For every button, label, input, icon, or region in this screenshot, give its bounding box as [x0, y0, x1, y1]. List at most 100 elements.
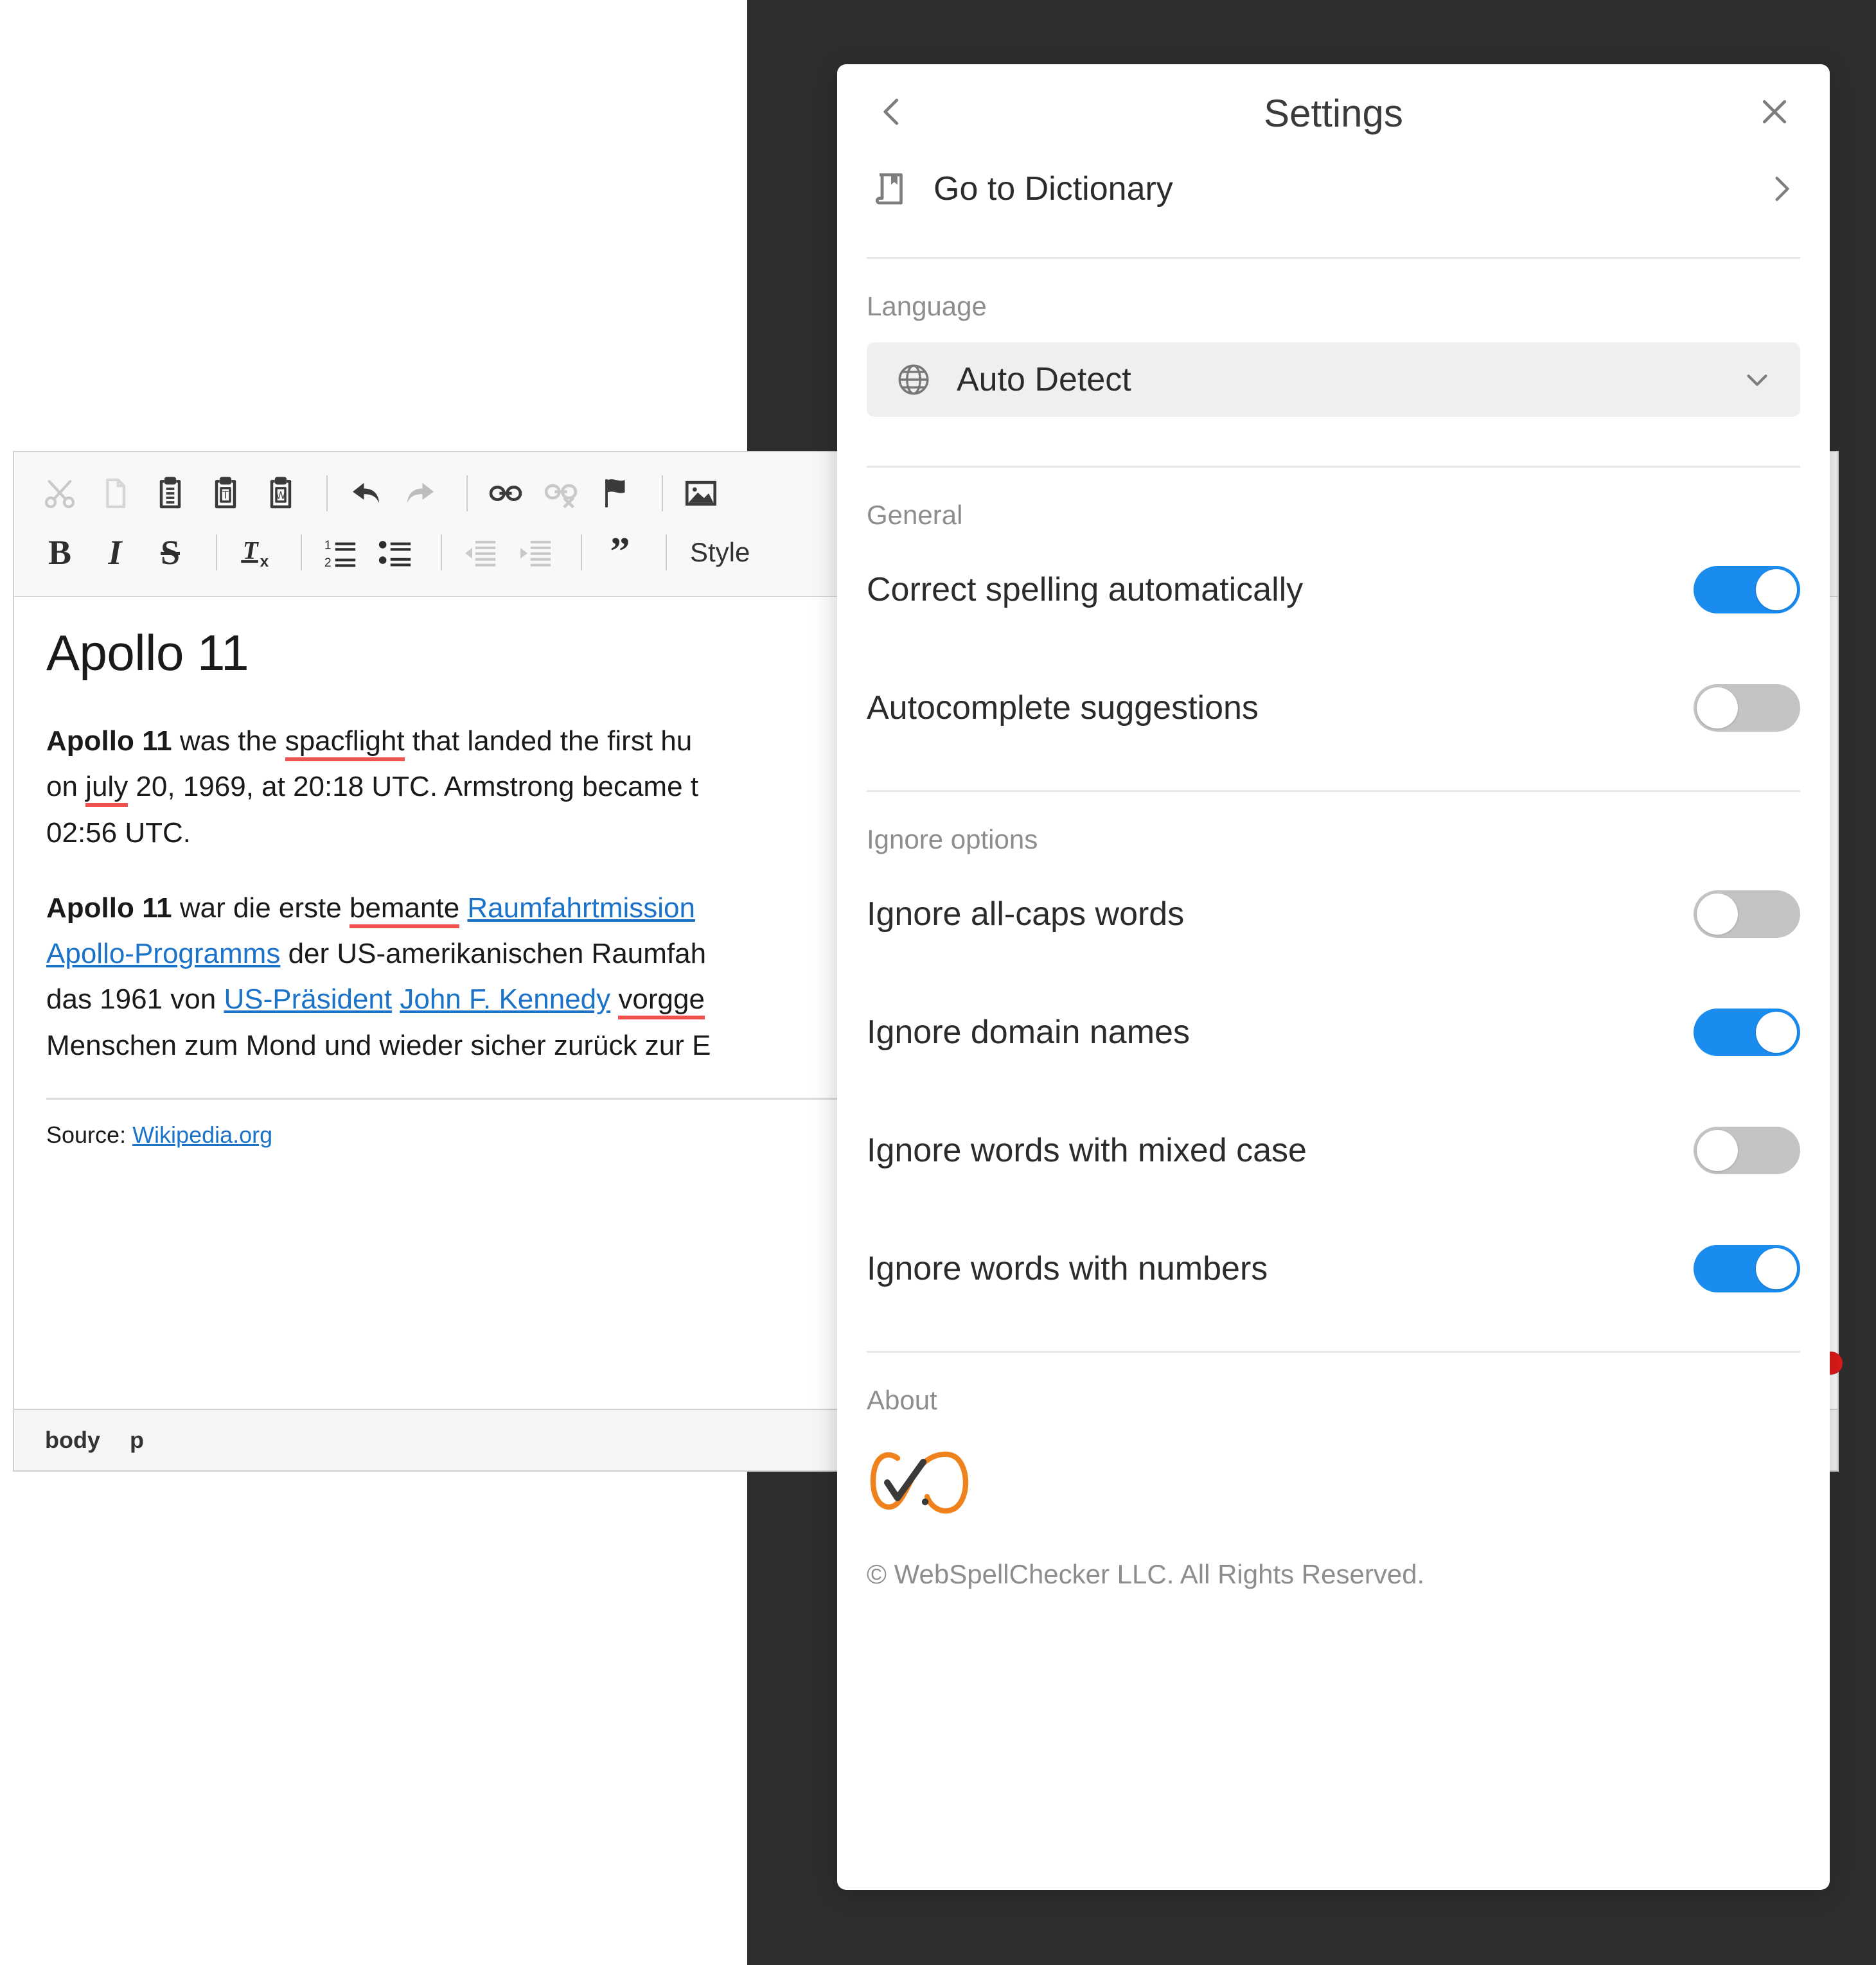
option-label: Ignore words with numbers [867, 1250, 1268, 1287]
section-label-language: Language [867, 291, 987, 321]
anchor-button[interactable] [592, 470, 640, 517]
option-label: Correct spelling automatically [867, 571, 1304, 608]
book-icon [867, 164, 916, 213]
webspellchecker-logo [837, 1416, 1830, 1520]
link-apollo-programms[interactable]: Apollo-Programms [46, 938, 280, 969]
outdent-button[interactable] [456, 529, 504, 576]
link-us-praesident[interactable]: US-Präsident [224, 983, 392, 1015]
option-correct-spelling-automatically[interactable]: Correct spelling automatically [837, 531, 1830, 649]
cut-button[interactable] [36, 470, 84, 517]
image-button[interactable] [677, 470, 725, 517]
en-part3: on [46, 771, 86, 803]
toolbar-separator [666, 534, 667, 570]
option-label: Autocomplete suggestions [867, 689, 1259, 727]
toggle-knob [1697, 1130, 1738, 1171]
strikethrough-icon: S [160, 533, 181, 572]
element-path-body[interactable]: body [45, 1427, 100, 1454]
undo-arrow-icon [346, 474, 385, 513]
toolbar-separator [326, 475, 328, 511]
toggle-knob [1756, 1248, 1797, 1289]
unlink-button[interactable] [537, 470, 585, 517]
go-to-dictionary-label: Go to Dictionary [934, 170, 1173, 207]
svg-text:x: x [260, 553, 269, 570]
toggle-autocomplete-suggestions[interactable] [1694, 684, 1800, 732]
source-prefix: Source: [46, 1121, 133, 1148]
copy-icon [97, 475, 133, 511]
bulleted-list-icon [376, 534, 414, 571]
section-label-about: About [867, 1385, 937, 1415]
link-john-f-kennedy[interactable]: John F. Kennedy [400, 983, 610, 1015]
svg-text:1: 1 [324, 539, 332, 552]
toolbar-separator [466, 475, 468, 511]
settings-header: Settings [837, 64, 1830, 162]
redo-arrow-icon [402, 474, 440, 513]
toggle-ignore-domain-names[interactable] [1694, 1009, 1800, 1056]
toggle-knob [1756, 569, 1797, 610]
de-line1-pre: war die erste [172, 892, 350, 924]
svg-text:2: 2 [324, 556, 332, 570]
bold-button[interactable]: B [36, 529, 84, 576]
chevron-down-icon [1740, 362, 1774, 397]
paste-button[interactable] [146, 470, 194, 517]
copyright-text: © WebSpellChecker LLC. All Rights Reserv… [867, 1559, 1425, 1589]
redo-button[interactable] [397, 470, 445, 517]
en-part4: 20, 1969, at 20:18 UTC. Armstrong became… [128, 771, 699, 803]
element-path-p[interactable]: p [130, 1427, 144, 1454]
quote-icon: ” [610, 530, 630, 574]
settings-panel: Settings Go to Dictionary Language Auto … [837, 64, 1830, 1890]
misspelled-vorgge[interactable]: vorgge [618, 983, 705, 1020]
de-line2-text: der US-amerikanischen Raumfah [280, 938, 707, 970]
toggle-ignore-words-with-mixed-case[interactable] [1694, 1127, 1800, 1174]
undo-button[interactable] [342, 470, 389, 517]
language-select[interactable]: Auto Detect [867, 342, 1800, 417]
remove-format-icon: T x [236, 534, 274, 571]
toolbar-separator [581, 534, 582, 570]
toggle-correct-spelling-automatically[interactable] [1694, 566, 1800, 613]
toolbar-separator [662, 475, 663, 511]
svg-text:T: T [222, 489, 229, 501]
scissors-icon [42, 475, 78, 511]
paste-from-word-button[interactable]: W [257, 470, 305, 517]
option-ignore-domain-names[interactable]: Ignore domain names [837, 973, 1830, 1091]
close-icon [1757, 94, 1792, 132]
link-wikipedia[interactable]: Wikipedia.org [132, 1122, 272, 1148]
styles-dropdown[interactable]: Style [681, 537, 759, 568]
link-raumfahrtmission[interactable]: Raumfahrtmission [467, 892, 695, 924]
toggle-ignore-all-caps-words[interactable] [1694, 890, 1800, 938]
misspelled-july[interactable]: july [85, 771, 128, 807]
option-label: Ignore all-caps words [867, 895, 1185, 933]
bold-icon: B [48, 533, 72, 572]
toggle-ignore-words-with-numbers[interactable] [1694, 1245, 1800, 1292]
strikethrough-button[interactable]: S [146, 529, 194, 576]
option-ignore-words-with-mixed-case[interactable]: Ignore words with mixed case [837, 1091, 1830, 1210]
section-label-general: General [867, 500, 963, 530]
indent-button[interactable] [511, 529, 559, 576]
italic-icon: I [108, 533, 122, 572]
option-label: Ignore words with mixed case [867, 1132, 1307, 1169]
close-button[interactable] [1749, 87, 1800, 139]
copy-button[interactable] [91, 470, 139, 517]
link-icon [487, 475, 524, 512]
link-button[interactable] [482, 470, 529, 517]
bulleted-list-button[interactable] [371, 529, 419, 576]
numbered-list-button[interactable]: 1 2 [316, 529, 364, 576]
misspelled-spacflight[interactable]: spacflight [285, 725, 405, 761]
paste-as-plain-text-button[interactable]: T [202, 470, 249, 517]
clipboard-icon [152, 475, 188, 511]
blockquote-button[interactable]: ” [596, 529, 644, 576]
italic-button[interactable]: I [91, 529, 139, 576]
option-ignore-all-caps-words[interactable]: Ignore all-caps words [837, 855, 1830, 973]
go-to-dictionary-row[interactable]: Go to Dictionary [837, 150, 1830, 227]
option-ignore-words-with-numbers[interactable]: Ignore words with numbers [837, 1210, 1830, 1328]
image-icon [682, 475, 720, 512]
apollo-bold-lead-de: Apollo 11 [46, 892, 172, 924]
back-button[interactable] [867, 87, 918, 139]
remove-format-button[interactable]: T x [231, 529, 279, 576]
toolbar-separator [441, 534, 442, 570]
clipboard-word-icon: W [263, 475, 299, 511]
flag-icon [597, 475, 635, 512]
toggle-knob [1697, 687, 1738, 728]
option-autocomplete-suggestions[interactable]: Autocomplete suggestions [837, 649, 1830, 767]
toggle-knob [1756, 1012, 1797, 1053]
misspelled-bemante[interactable]: bemante [349, 892, 460, 928]
